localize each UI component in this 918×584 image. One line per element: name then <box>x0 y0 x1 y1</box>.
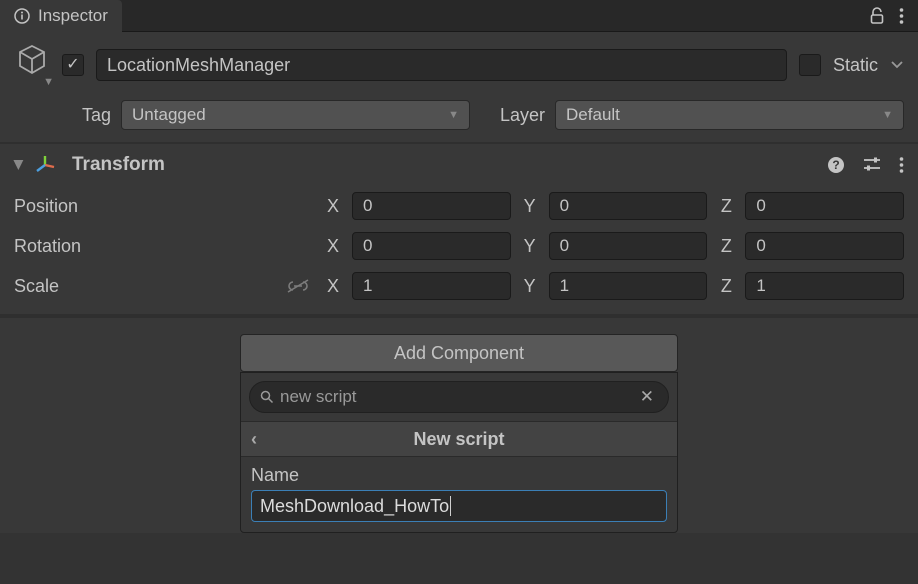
rotation-x-field[interactable]: 0 <box>352 232 511 260</box>
active-checkbox[interactable]: ✓ <box>62 54 84 76</box>
add-component-popup: new script ✕ ‹ New script Name MeshDownl… <box>240 372 678 533</box>
popup-title: New script <box>413 429 504 450</box>
scale-y-field[interactable]: 1 <box>549 272 708 300</box>
transform-icon <box>34 154 56 176</box>
kebab-menu-icon[interactable] <box>899 156 904 174</box>
tab-bar: Inspector <box>0 0 918 32</box>
gameobject-name-field[interactable]: LocationMeshManager <box>96 49 787 81</box>
axis-z: Z <box>715 236 737 257</box>
unlock-icon[interactable] <box>869 7 885 25</box>
tag-layer-row: Tag Untagged ▼ Layer Default ▼ <box>0 96 918 142</box>
gameobject-icon[interactable] <box>14 42 50 78</box>
scale-z-field[interactable]: 1 <box>745 272 904 300</box>
axis-y: Y <box>519 236 541 257</box>
transform-title: Transform <box>72 154 817 176</box>
scale-row: Scale X 1 Y 1 Z 1 <box>0 266 918 306</box>
static-label: Static <box>833 55 878 76</box>
constrain-proportions-icon[interactable] <box>286 278 310 294</box>
gameobject-name-text: LocationMeshManager <box>107 55 290 76</box>
help-icon[interactable]: ? <box>827 156 845 174</box>
position-x-field[interactable]: 0 <box>352 192 511 220</box>
script-name-value: MeshDownload_HowTo <box>260 496 449 517</box>
chevron-down-icon: ▼ <box>448 109 459 121</box>
gameobject-header: ▼ ✓ LocationMeshManager Static <box>0 32 918 96</box>
axis-z: Z <box>715 196 737 217</box>
axis-y: Y <box>519 196 541 217</box>
axis-y: Y <box>519 276 541 297</box>
rotation-y-field[interactable]: 0 <box>549 232 708 260</box>
search-text: new script <box>280 387 630 407</box>
rotation-z-field[interactable]: 0 <box>745 232 904 260</box>
inspector-tab[interactable]: Inspector <box>0 0 122 32</box>
position-y-field[interactable]: 0 <box>549 192 708 220</box>
transform-header[interactable]: ▶ Transform ? <box>0 144 918 186</box>
add-component-button[interactable]: Add Component <box>240 334 678 372</box>
layer-value: Default <box>566 105 620 125</box>
chevron-down-icon: ▼ <box>882 109 893 121</box>
popup-title-bar: ‹ New script <box>241 421 677 457</box>
info-icon <box>14 8 30 24</box>
axis-z: Z <box>715 276 737 297</box>
rotation-row: Rotation X 0 Y 0 Z 0 <box>0 226 918 266</box>
component-search-input[interactable]: new script ✕ <box>249 381 669 413</box>
rotation-label: Rotation <box>14 236 314 257</box>
script-name-label: Name <box>251 465 667 486</box>
check-icon: ✓ <box>66 57 79 73</box>
clear-search-icon[interactable]: ✕ <box>636 387 658 407</box>
scale-x-field[interactable]: 1 <box>352 272 511 300</box>
add-component-label: Add Component <box>394 343 524 364</box>
icon-picker-chevron[interactable]: ▼ <box>43 76 54 88</box>
preset-icon[interactable] <box>863 157 881 173</box>
position-row: Position X 0 Y 0 Z 0 <box>0 186 918 226</box>
layer-label: Layer <box>500 105 545 126</box>
static-checkbox[interactable] <box>799 54 821 76</box>
axis-x: X <box>322 196 344 217</box>
scale-label: Scale <box>14 276 59 297</box>
position-z-field[interactable]: 0 <box>745 192 904 220</box>
axis-x: X <box>322 236 344 257</box>
tag-value: Untagged <box>132 105 206 125</box>
tag-dropdown[interactable]: Untagged ▼ <box>121 100 470 130</box>
tag-label: Tag <box>82 105 111 126</box>
tab-title: Inspector <box>38 6 108 26</box>
kebab-menu-icon[interactable] <box>899 7 904 25</box>
static-dropdown-chevron[interactable] <box>890 61 904 69</box>
axis-x: X <box>322 276 344 297</box>
script-name-input[interactable]: MeshDownload_HowTo <box>251 490 667 522</box>
back-icon[interactable]: ‹ <box>251 429 257 450</box>
tab-actions <box>869 7 918 25</box>
layer-dropdown[interactable]: Default ▼ <box>555 100 904 130</box>
search-icon <box>260 390 274 404</box>
foldout-icon: ▶ <box>11 160 27 170</box>
position-label: Position <box>14 196 314 217</box>
svg-text:?: ? <box>832 158 839 172</box>
